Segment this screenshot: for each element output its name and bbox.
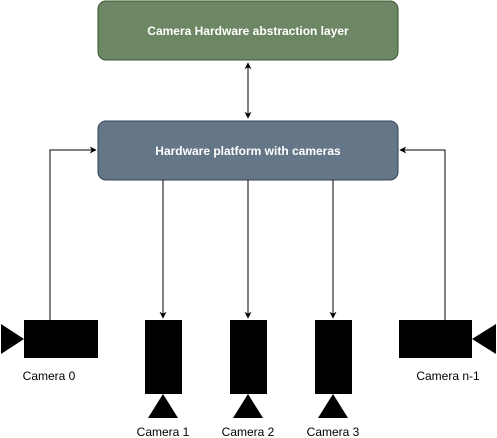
camera-2: Camera 2: [222, 320, 275, 438]
camera-2-lens: [233, 394, 263, 418]
camera-2-body: [230, 320, 267, 394]
hal-label: Camera Hardware abstraction layer: [147, 24, 349, 38]
platform-label: Hardware platform with cameras: [155, 144, 341, 158]
camera-3-lens: [318, 394, 348, 418]
camera-n-1-body: [399, 320, 472, 358]
camera-n-1-lens: [472, 324, 496, 354]
camera-n-1-label: Camera n-1: [416, 369, 480, 383]
camera-0-label: Camera 0: [23, 369, 76, 383]
camera-2-label: Camera 2: [222, 425, 275, 438]
platform-node: Hardware platform with cameras: [97, 120, 399, 181]
camera-1-label: Camera 1: [137, 425, 190, 438]
camera-1-lens: [148, 394, 178, 418]
camera-0-lens: [1, 324, 24, 354]
edge-cameran1-platform: [399, 146, 446, 320]
camera-0-body: [24, 320, 98, 358]
camera-3: Camera 3: [307, 320, 360, 438]
camera-1-body: [145, 320, 182, 394]
camera-3-body: [315, 320, 352, 394]
edge-camera0-platform: [49, 146, 97, 320]
camera-0: Camera 0: [1, 320, 98, 383]
camera-1: Camera 1: [137, 320, 190, 438]
camera-3-label: Camera 3: [307, 425, 360, 438]
architecture-diagram: Camera Hardware abstraction layer Hardwa…: [1, 0, 496, 438]
camera-n-1: Camera n-1: [399, 320, 496, 383]
hal-node: Camera Hardware abstraction layer: [97, 0, 399, 61]
